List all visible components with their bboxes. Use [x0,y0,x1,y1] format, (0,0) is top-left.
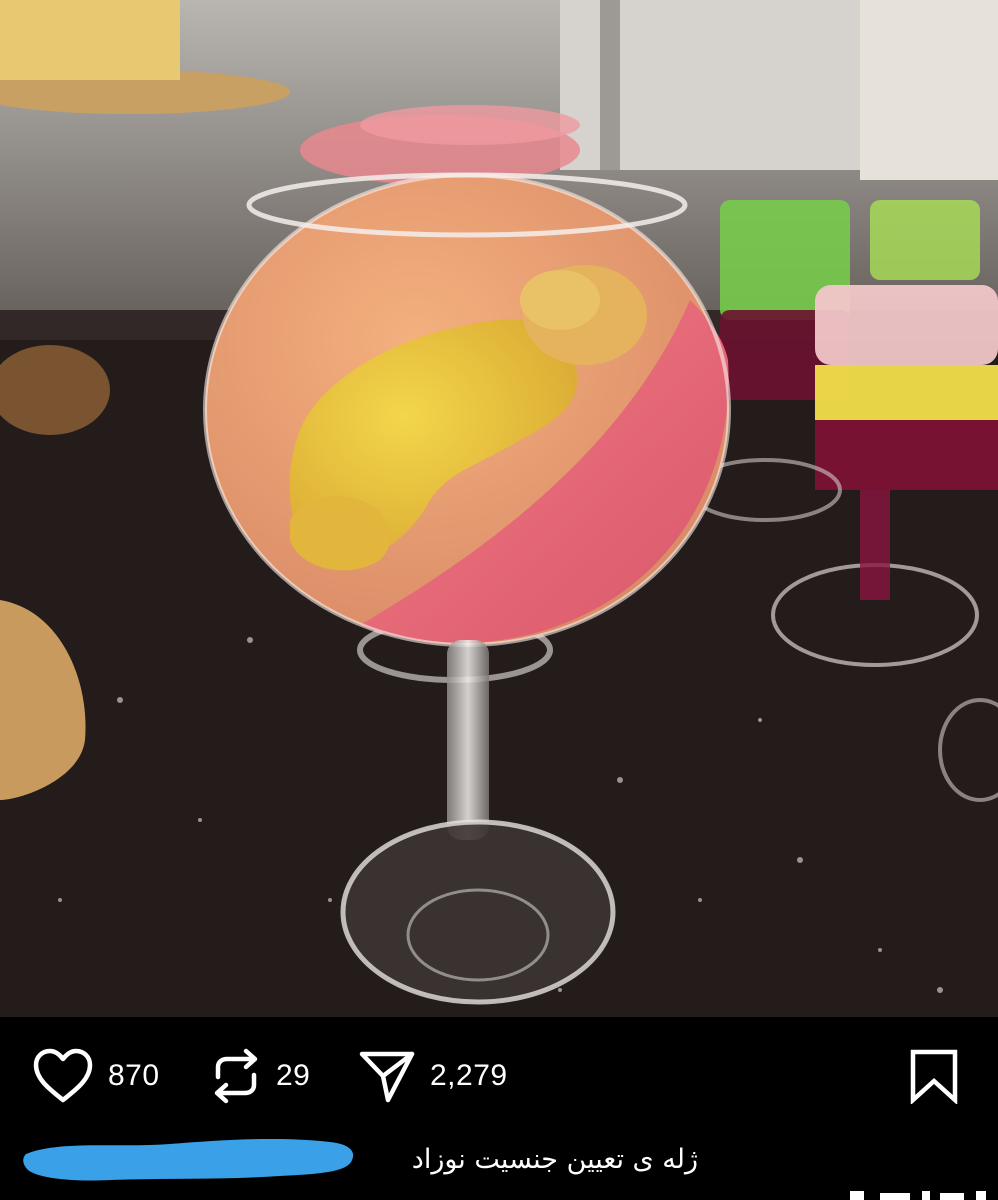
bookmark-icon [908,1048,960,1104]
jelly-dessert-illustration [0,0,998,1017]
caption-text: ژله ی تعیین جنسیت نوزاد [411,1144,698,1175]
repost-button[interactable]: 29 [210,1043,310,1109]
share-count: 2,279 [430,1059,508,1092]
username-redaction [20,1132,358,1184]
like-button[interactable]: 870 [32,1043,160,1109]
repost-icon [210,1047,262,1105]
share-button[interactable]: 2,279 [358,1043,508,1109]
like-count: 870 [108,1059,160,1092]
caption-next-line [840,1188,998,1200]
save-button[interactable] [908,1043,960,1109]
heart-icon [32,1048,94,1104]
send-icon [358,1048,416,1104]
post-photo[interactable] [0,0,998,1017]
repost-count: 29 [276,1059,311,1092]
